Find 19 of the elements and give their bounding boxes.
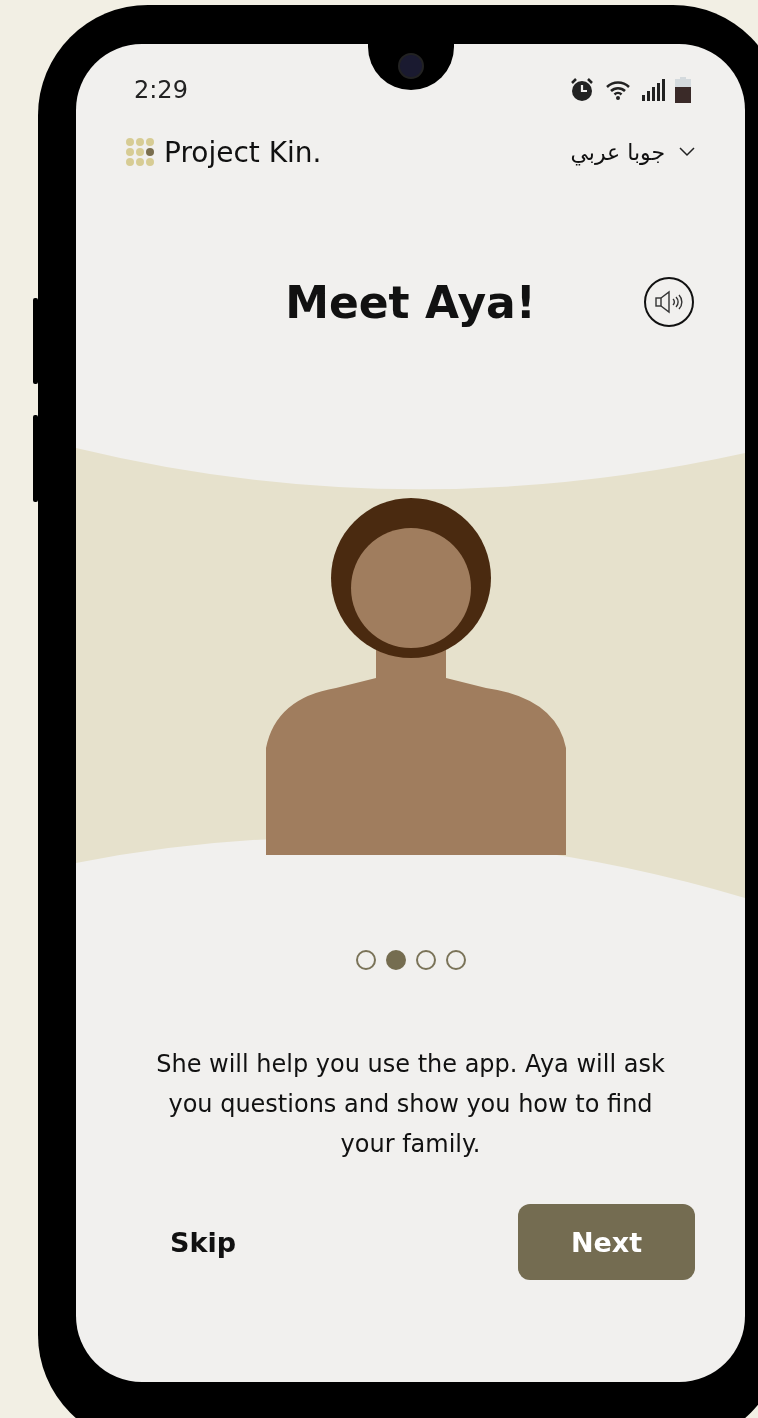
speaker-icon xyxy=(654,290,684,314)
logo-icon xyxy=(126,138,154,166)
skip-button[interactable]: Skip xyxy=(146,1210,260,1274)
brand-name: Project Kin. xyxy=(164,135,322,169)
wifi-icon xyxy=(605,79,631,101)
alarm-icon xyxy=(569,77,595,103)
page-dot[interactable] xyxy=(445,950,466,970)
screen-title: Meet Aya! xyxy=(285,276,536,328)
chevron-down-icon xyxy=(679,147,695,157)
status-time: 2:29 xyxy=(134,76,188,104)
language-dropdown[interactable]: جوبا عربي xyxy=(570,139,695,165)
page-dot[interactable] xyxy=(355,950,376,970)
description-text: She will help you use the app. Aya will ask you questions and show you how to find your family. xyxy=(155,1049,666,1160)
page-dot[interactable] xyxy=(385,950,406,970)
page-dot[interactable] xyxy=(415,950,436,970)
battery-icon xyxy=(675,77,691,103)
speaker-button[interactable] xyxy=(644,277,694,327)
next-button[interactable]: Next xyxy=(518,1204,695,1280)
signal-icon xyxy=(641,79,665,101)
